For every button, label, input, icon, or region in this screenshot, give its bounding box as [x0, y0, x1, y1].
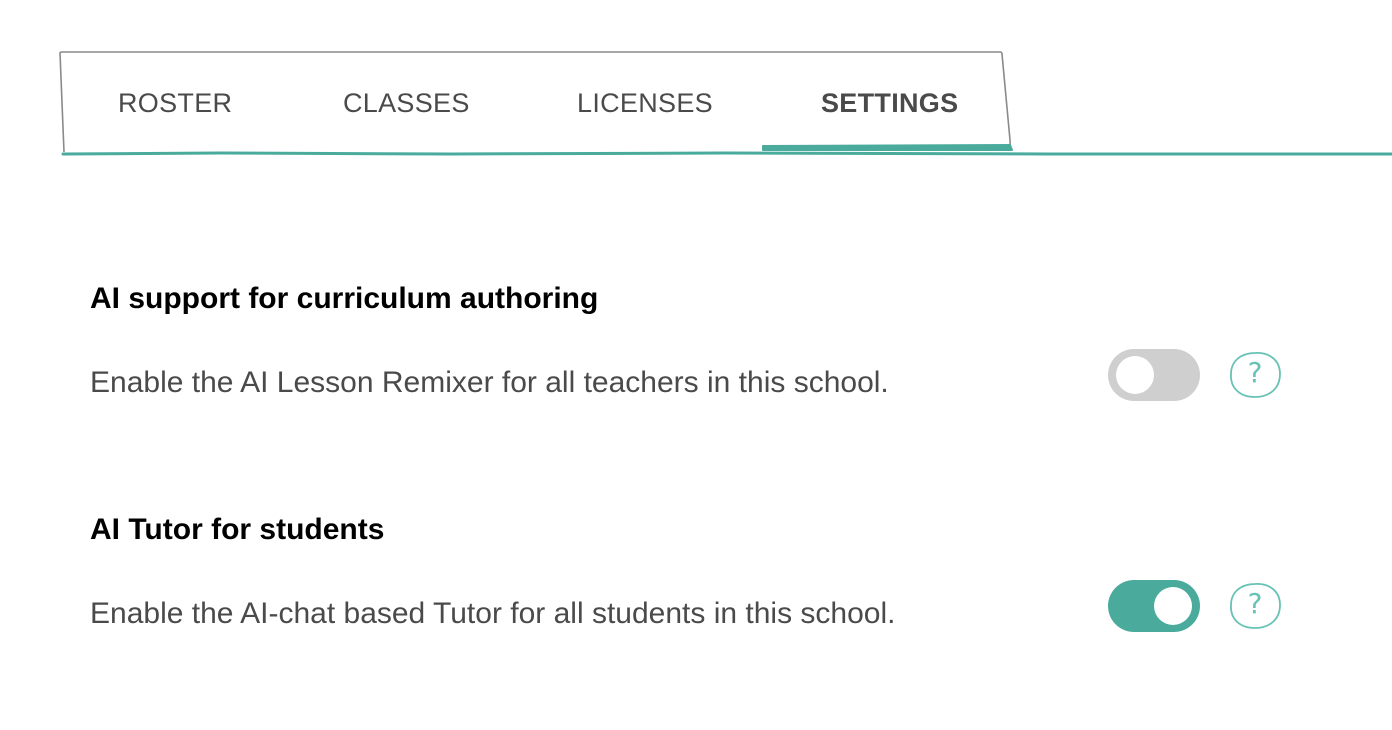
tab-bar: ROSTER CLASSES LICENSES SETTINGS: [0, 0, 1392, 170]
lesson-remixer-toggle[interactable]: [1108, 349, 1200, 401]
setting-description-lesson-remixer: Enable the AI Lesson Remixer for all tea…: [90, 366, 889, 399]
ai-tutor-toggle[interactable]: [1108, 580, 1200, 632]
tab-roster[interactable]: ROSTER: [118, 86, 232, 120]
setting-title-ai-tutor: AI Tutor for students: [90, 513, 385, 546]
toggle-knob: [1154, 587, 1192, 625]
tab-classes[interactable]: CLASSES: [343, 86, 470, 120]
help-icon[interactable]: ?: [1228, 350, 1282, 400]
tab-bar-outline: [59, 51, 1392, 156]
setting-title-curriculum-authoring: AI support for curriculum authoring: [90, 282, 599, 315]
tab-licenses[interactable]: LICENSES: [577, 86, 713, 120]
question-mark-icon: ?: [1247, 356, 1263, 389]
toggle-knob: [1116, 356, 1154, 394]
tab-settings[interactable]: SETTINGS: [821, 86, 958, 120]
question-mark-icon: ?: [1247, 587, 1263, 620]
setting-description-ai-tutor: Enable the AI-chat based Tutor for all s…: [90, 597, 896, 630]
help-icon[interactable]: ?: [1228, 581, 1282, 631]
